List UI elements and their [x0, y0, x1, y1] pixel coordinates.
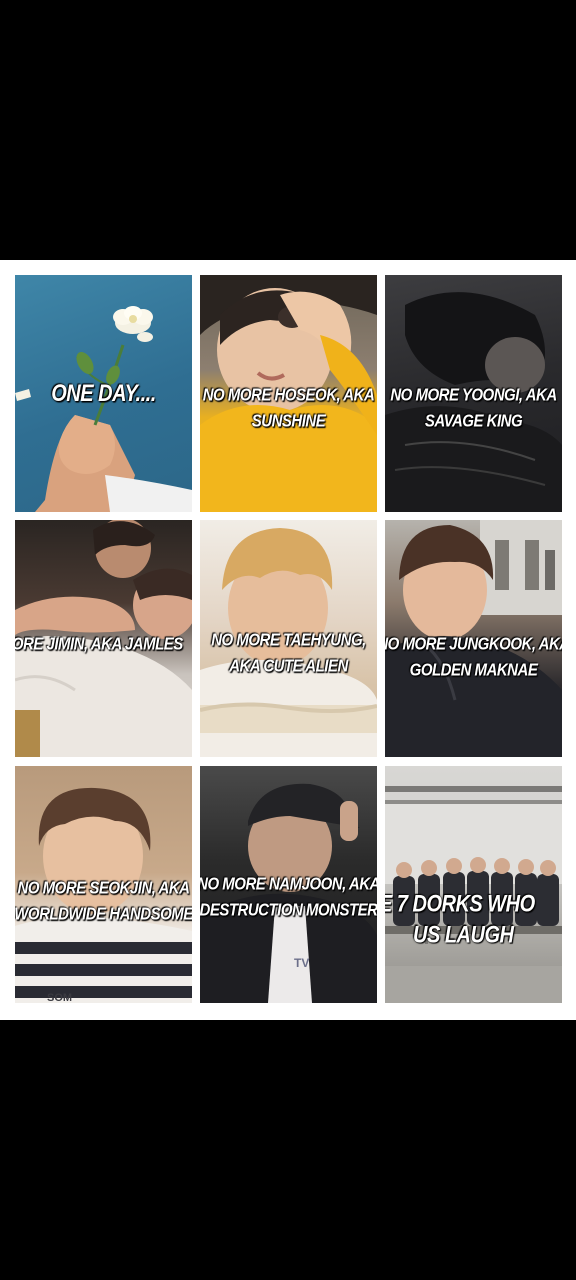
caption-line: NO MORE HOSEOK, AKA	[202, 385, 375, 406]
tile-caption: NO MORE YOONGI, AKA SAVAGE KING	[385, 383, 562, 435]
caption-line: DESTRUCTION MONSTER	[200, 900, 377, 921]
tile-caption: NO MORE JUNGKOOK, AKA GOLDEN MAKNAE	[385, 632, 562, 684]
collage-tile-taehyung: NO MORE TAEHYUNG, AKA CUTE ALIEN	[200, 520, 377, 757]
collage-tile-group: RE 7 DORKS WHO US LAUGH	[385, 766, 562, 1003]
jacket-print: TV	[294, 956, 310, 970]
collage-tile-yoongi: NO MORE YOONGI, AKA SAVAGE KING	[385, 275, 562, 512]
caption-line: GOLDEN MAKNAE	[409, 660, 538, 681]
caption-line: RE 7 DORKS WHO	[385, 891, 535, 918]
caption-line: NO MORE JUNGKOOK, AKA	[385, 634, 562, 655]
caption-line: ONE DAY....	[51, 381, 156, 407]
tile-caption: RE 7 DORKS WHO US LAUGH	[385, 889, 562, 950]
caption-line: AKA CUTE ALIEN	[229, 656, 348, 677]
photo-collage: ONE DAY.... NO MORE HOSEOK, AKA SUNSHINE	[0, 260, 576, 1020]
group-scene	[385, 786, 562, 1003]
collage-tile-seokjin: NO MORE SEOKJIN, AKA WORLDWIDE HANDSOME …	[15, 766, 192, 1003]
caption-line: NO MORE TAEHYUNG,	[211, 630, 366, 651]
caption-line: NO MORE NAMJOON, AKA	[200, 874, 377, 895]
caption-line: SAVAGE KING	[424, 411, 523, 432]
tile-caption: NO MORE NAMJOON, AKA DESTRUCTION MONSTER	[200, 872, 377, 924]
tile-caption: NO MORE TAEHYUNG, AKA CUTE ALIEN	[200, 628, 377, 680]
caption-line: US LAUGH	[413, 922, 514, 949]
caption-line: NO MORE SEOKJIN, AKA	[17, 878, 190, 899]
caption-line: NO MORE YOONGI, AKA	[390, 385, 557, 406]
collage-tile-flower: ONE DAY....	[15, 275, 192, 512]
caption-line: SUNSHINE	[251, 411, 326, 432]
collage-tile-hoseok: NO MORE HOSEOK, AKA SUNSHINE	[200, 275, 377, 512]
tile-caption: ONE DAY....	[15, 379, 192, 410]
tile-caption: O MORE JIMIN, AKA JAMLES	[15, 632, 192, 658]
caption-line: O MORE JIMIN, AKA JAMLES	[15, 634, 183, 655]
tile-caption: NO MORE HOSEOK, AKA SUNSHINE	[200, 383, 377, 435]
collage-tile-namjoon: NO MORE NAMJOON, AKA DESTRUCTION MONSTER…	[200, 766, 377, 1003]
shirt-print: SOM	[47, 992, 73, 1003]
collage-tile-jungkook: NO MORE JUNGKOOK, AKA GOLDEN MAKNAE	[385, 520, 562, 757]
collage-tile-jimin: O MORE JIMIN, AKA JAMLES	[15, 520, 192, 757]
tile-caption: NO MORE SEOKJIN, AKA WORLDWIDE HANDSOME	[15, 876, 192, 928]
caption-line: WORLDWIDE HANDSOME	[15, 904, 192, 925]
